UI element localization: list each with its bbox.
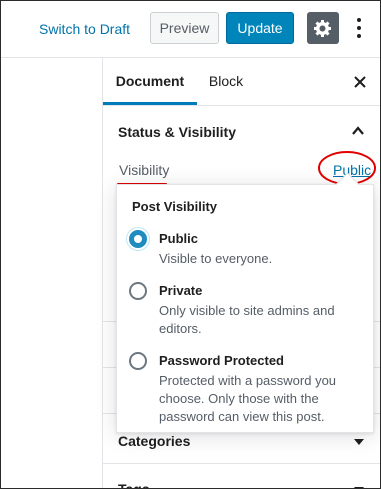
chevron-down-icon <box>354 439 364 445</box>
more-vertical-icon <box>357 18 361 22</box>
editor-canvas[interactable] <box>1 58 102 488</box>
option-label: Public <box>159 231 199 246</box>
tags-panel-toggle[interactable]: Tags <box>103 473 380 489</box>
tab-document[interactable]: Document <box>103 58 197 105</box>
option-label: Private <box>159 283 203 298</box>
categories-label: Categories <box>118 433 191 449</box>
preview-button[interactable]: Preview <box>150 12 219 44</box>
sidebar-tabs: Document Block <box>103 58 380 106</box>
radio-public[interactable] <box>129 230 147 248</box>
tags-label: Tags <box>118 481 150 489</box>
close-icon[interactable] <box>350 72 370 92</box>
divider <box>103 463 380 464</box>
visibility-label: Visibility <box>119 162 170 178</box>
post-visibility-popover: Post Visibility Public Visible to everyo… <box>116 172 374 433</box>
option-description: Only visible to site admins and editors. <box>159 303 335 336</box>
option-description: Visible to everyone. <box>159 251 273 266</box>
radio-private[interactable] <box>129 282 147 300</box>
more-options-button[interactable] <box>351 14 367 42</box>
top-toolbar: Switch to Draft Preview Update <box>1 1 380 58</box>
tab-block[interactable]: Block <box>203 58 249 105</box>
editor-window: Switch to Draft Preview Update Document … <box>0 0 381 489</box>
settings-button[interactable] <box>307 12 339 44</box>
option-description: Protected with a password you choose. On… <box>159 373 337 424</box>
status-visibility-panel-toggle[interactable]: Status & Visibility <box>103 118 380 146</box>
popover-title: Post Visibility <box>132 199 218 214</box>
chevron-up-icon <box>352 126 364 135</box>
radio-password-protected[interactable] <box>129 352 147 370</box>
update-button[interactable]: Update <box>226 12 294 44</box>
panel-title: Status & Visibility <box>118 124 236 140</box>
chevron-down-icon <box>354 487 364 488</box>
gear-icon <box>314 20 331 37</box>
switch-to-draft-link[interactable]: Switch to Draft <box>39 19 130 39</box>
option-label: Password Protected <box>159 353 284 368</box>
